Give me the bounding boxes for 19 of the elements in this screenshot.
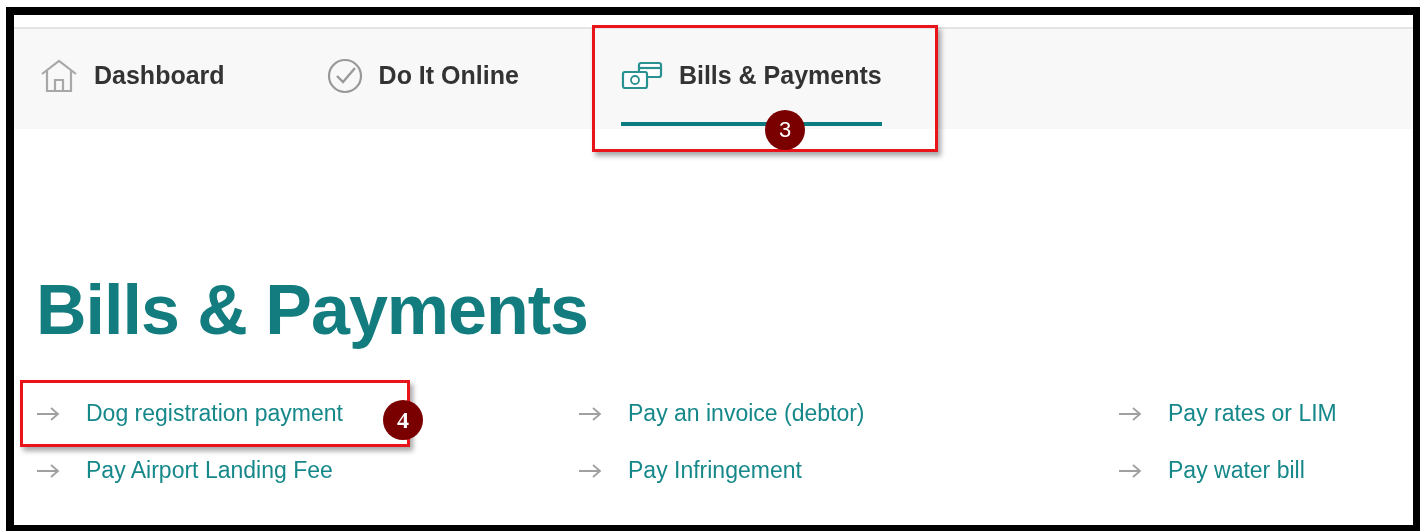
payment-link[interactable]: Dog registration payment: [36, 400, 343, 427]
payment-link[interactable]: Pay water bill: [1118, 457, 1305, 484]
arrow-right-icon: [578, 406, 602, 421]
payment-link[interactable]: Pay an invoice (debtor): [578, 400, 865, 427]
arrow-right-icon: [36, 463, 60, 478]
arrow-right-icon: [1118, 463, 1142, 478]
step-badge: 4: [383, 400, 423, 440]
arrow-right-icon: [1118, 406, 1142, 421]
money-cards-icon: [620, 60, 663, 91]
arrow-right-icon: [578, 463, 602, 478]
nav-tab[interactable]: Dashboard: [40, 29, 225, 126]
payment-link[interactable]: Pay Airport Landing Fee: [36, 457, 333, 484]
arrow-right-icon: [36, 406, 60, 421]
nav-tab[interactable]: Do It Online: [326, 29, 519, 126]
house-icon: [40, 58, 78, 93]
payment-link[interactable]: Pay Infringement: [578, 457, 802, 484]
payment-link[interactable]: Pay rates or LIM: [1118, 400, 1337, 427]
step-badge: 3: [765, 110, 805, 150]
check-circle-icon: [326, 57, 363, 94]
